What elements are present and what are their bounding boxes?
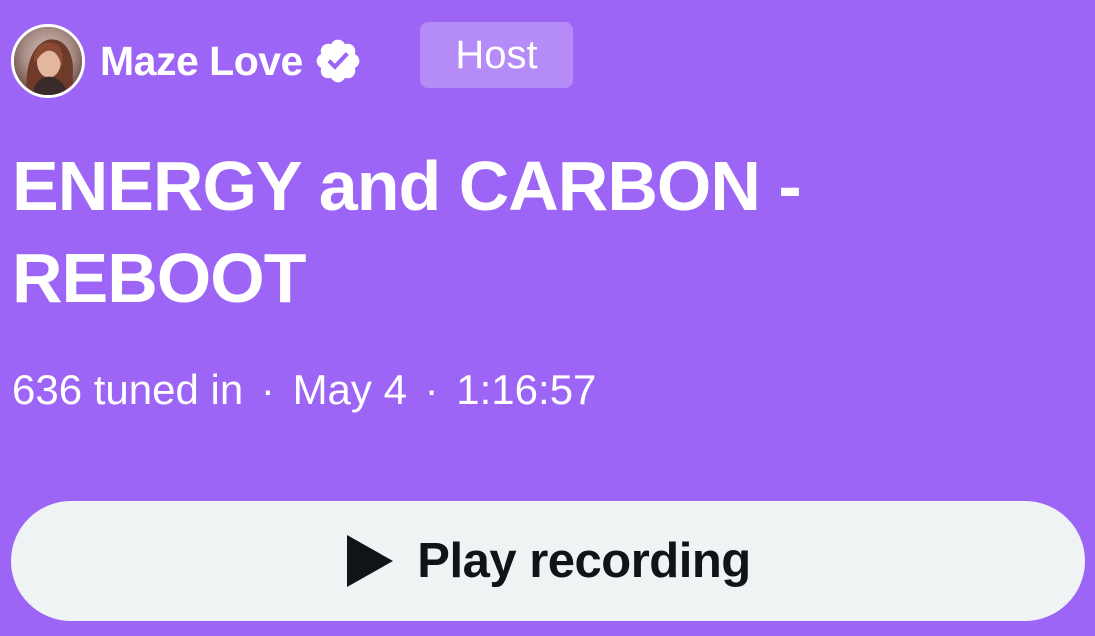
play-recording-label: Play recording bbox=[417, 534, 751, 588]
play-icon bbox=[347, 535, 394, 587]
host-name[interactable]: Maze Love bbox=[100, 38, 303, 85]
host-role-badge: Host bbox=[420, 22, 573, 88]
host-row: Maze Love bbox=[11, 22, 363, 100]
meta-separator: · bbox=[260, 366, 275, 413]
space-meta: 636 tuned in · May 4 · 1:16:57 bbox=[12, 360, 596, 420]
play-recording-button[interactable]: Play recording bbox=[11, 501, 1085, 621]
host-avatar[interactable] bbox=[11, 24, 85, 98]
meta-separator: · bbox=[424, 366, 439, 413]
verified-badge-icon bbox=[313, 36, 363, 86]
avatar-image bbox=[14, 27, 82, 95]
listener-count: 636 tuned in bbox=[12, 366, 244, 413]
space-date: May 4 bbox=[292, 366, 407, 413]
recording-duration: 1:16:57 bbox=[456, 366, 597, 413]
space-title: ENERGY and CARBON - REBOOT bbox=[12, 147, 802, 317]
space-card: Maze Love Host ENERGY and CARBON - REBOO… bbox=[0, 0, 1095, 636]
